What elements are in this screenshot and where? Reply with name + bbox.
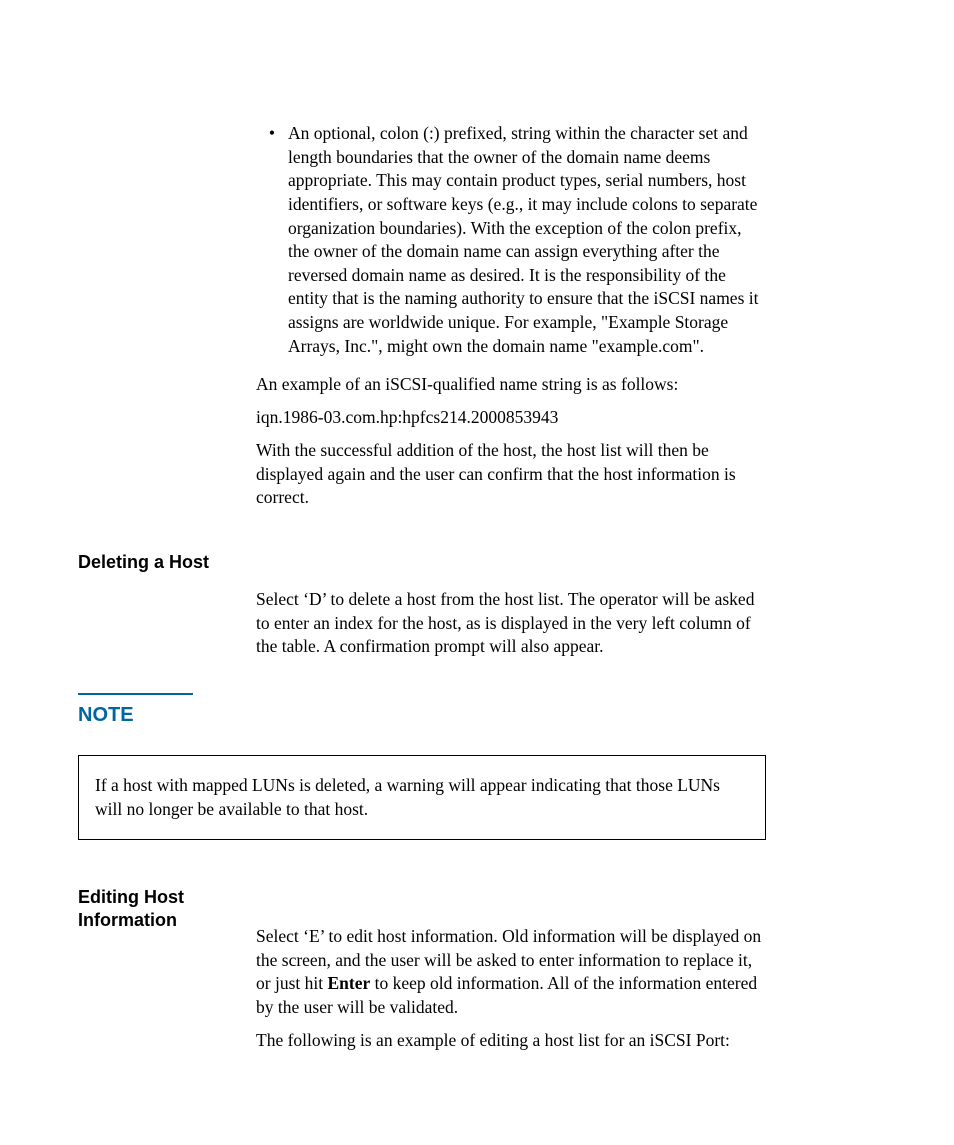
paragraph-success: With the successful addition of the host… (256, 439, 764, 510)
note-text: If a host with mapped LUNs is deleted, a… (95, 775, 720, 819)
paragraph-example-intro: An example of an iSCSI-qualified name st… (256, 373, 764, 397)
note-rule (78, 693, 193, 695)
section-label-editing-host: Editing Host Information (78, 886, 238, 931)
bullet-text: An optional, colon (:) prefixed, string … (288, 122, 764, 358)
bullet-marker: • (256, 122, 288, 358)
note-label: NOTE (78, 704, 134, 727)
paragraph-edit-closing: The following is an example of editing a… (256, 1029, 764, 1053)
paragraph-delete-host: Select ‘D’ to delete a host from the hos… (256, 588, 764, 659)
section-label-deleting-host: Deleting a Host (78, 552, 238, 573)
paragraph-edit-host: Select ‘E’ to edit host information. Old… (256, 925, 764, 1020)
note-box: If a host with mapped LUNs is deleted, a… (78, 755, 766, 840)
bullet-item: • An optional, colon (:) prefixed, strin… (256, 122, 764, 358)
paragraph-example-value: iqn.1986-03.com.hp:hpfcs214.2000853943 (256, 406, 764, 430)
enter-key: Enter (327, 973, 370, 993)
